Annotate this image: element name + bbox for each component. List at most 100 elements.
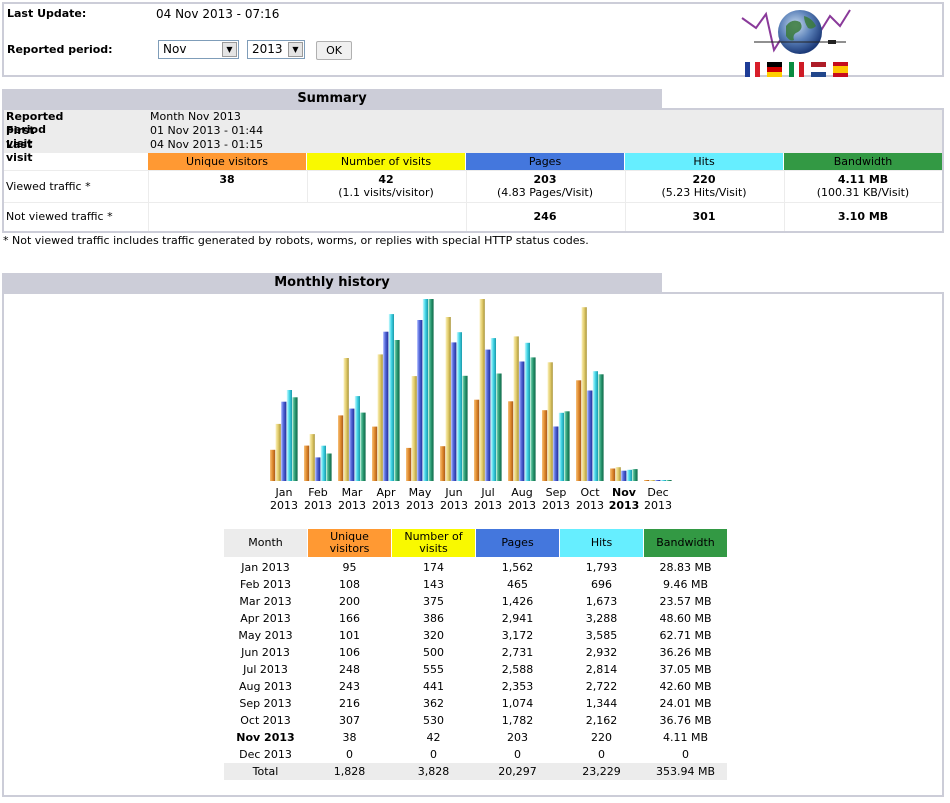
summary-panel: Reported period Month Nov 2013 First vis… xyxy=(2,108,944,233)
table-header-pages: Pages xyxy=(476,529,559,557)
viewed-hits-ratio: (5.23 Hits/Visit) xyxy=(661,186,747,199)
viewed-hits: 220 (5.23 Hits/Visit) xyxy=(625,173,783,199)
table-cell-hits: 2,162 xyxy=(585,714,618,727)
table-cell-hits: 0 xyxy=(598,748,605,761)
table-row-month: Nov 2013 xyxy=(236,731,295,744)
ok-button[interactable]: OK xyxy=(316,41,352,60)
viewed-bandwidth-value: 4.11 MB xyxy=(837,173,889,186)
table-cell-number-of-visits: 555 xyxy=(423,663,444,676)
month-select-value: Nov xyxy=(163,42,187,56)
bar-hits-nov-2013 xyxy=(626,469,632,481)
table-cell-bandwidth: 28.83 MB xyxy=(659,561,712,574)
last-visit-value: 04 Nov 2013 - 01:15 xyxy=(150,138,264,151)
last-update-value: 04 Nov 2013 - 07:16 xyxy=(156,7,280,21)
month-select[interactable]: Nov ▼ xyxy=(158,40,239,59)
bar-pages-jan-2013 xyxy=(281,401,287,481)
chevron-down-icon: ▼ xyxy=(288,42,303,57)
table-row-month: Jun 2013 xyxy=(241,646,290,659)
table-cell-unique-visitors: 0 xyxy=(346,748,353,761)
viewed-bandwidth-ratio: (100.31 KB/Visit) xyxy=(816,186,910,199)
bar-number-of-visits-mar-2013 xyxy=(343,358,349,481)
table-row-month: Aug 2013 xyxy=(239,680,292,693)
viewed-traffic-label: Viewed traffic * xyxy=(6,180,91,193)
bar-pages-oct-2013 xyxy=(587,390,593,481)
viewed-pages: 203 (4.83 Pages/Visit) xyxy=(466,173,624,199)
table-cell-number-of-visits: 386 xyxy=(423,612,444,625)
viewed-unique-visitors: 38 xyxy=(148,173,306,186)
first-visit-value: 01 Nov 2013 - 01:44 xyxy=(150,124,264,137)
table-cell-hits: 2,722 xyxy=(585,680,618,693)
table-cell-number-of-visits: 143 xyxy=(423,578,444,591)
flag-italy-icon[interactable] xyxy=(789,62,804,77)
total-bandwidth: 353.94 MB xyxy=(655,765,716,778)
table-cell-unique-visitors: 307 xyxy=(339,714,360,727)
bar-pages-jul-2013 xyxy=(485,349,491,481)
bar-hits-oct-2013 xyxy=(592,371,598,481)
bar-hits-apr-2013 xyxy=(388,314,394,481)
chevron-down-icon: ▼ xyxy=(222,42,237,57)
not-viewed-bandwidth-value: 3.10 MB xyxy=(837,210,889,223)
bar-hits-aug-2013 xyxy=(524,342,530,481)
col-pages: Pages xyxy=(466,153,624,170)
total-unique-visitors: 1,828 xyxy=(333,765,366,778)
period-selector-panel: Last Update: 04 Nov 2013 - 07:16 Reporte… xyxy=(2,2,944,77)
table-row-month: Apr 2013 xyxy=(240,612,291,625)
table-cell-unique-visitors: 200 xyxy=(339,595,360,608)
table-cell-number-of-visits: 530 xyxy=(423,714,444,727)
bar-pages-nov-2013 xyxy=(621,470,627,481)
bar-hits-dec-2013 xyxy=(660,480,666,481)
table-cell-bandwidth: 37.05 MB xyxy=(659,663,712,676)
table-cell-bandwidth: 62.71 MB xyxy=(659,629,712,642)
monthly-history-heading: Monthly history xyxy=(2,273,662,292)
col-unique-visitors: Unique visitors xyxy=(148,153,306,170)
bar-number-of-visits-jun-2013 xyxy=(445,317,451,481)
bar-pages-sep-2013 xyxy=(553,426,559,481)
bar-number-of-visits-aug-2013 xyxy=(513,336,519,481)
table-cell-bandwidth: 9.46 MB xyxy=(662,578,709,591)
table-cell-pages: 2,588 xyxy=(501,663,534,676)
year-select-value: 2013 xyxy=(252,42,283,56)
summary-footnote: * Not viewed traffic includes traffic ge… xyxy=(3,234,589,247)
bar-bandwidth-mb-dec-2013 xyxy=(666,480,672,481)
grid-line xyxy=(4,170,942,171)
bar-unique-visitors-nov-2013 xyxy=(610,468,616,481)
bar-number-of-visits-dec-2013 xyxy=(649,480,655,481)
table-cell-number-of-visits: 320 xyxy=(423,629,444,642)
flag-netherlands-icon[interactable] xyxy=(811,62,826,77)
reported-period-value: Month Nov 2013 xyxy=(150,110,241,123)
bar-bandwidth-mb-oct-2013 xyxy=(598,374,604,481)
bar-bandwidth-mb-apr-2013 xyxy=(394,340,400,481)
viewed-hits-value: 220 xyxy=(692,173,716,186)
flag-france-icon[interactable] xyxy=(745,62,760,77)
table-cell-number-of-visits: 500 xyxy=(423,646,444,659)
bar-bandwidth-mb-jul-2013 xyxy=(496,373,502,481)
bar-number-of-visits-oct-2013 xyxy=(581,307,587,481)
table-cell-unique-visitors: 243 xyxy=(339,680,360,693)
reported-period-label: Reported period: xyxy=(7,43,113,56)
grid-line xyxy=(4,202,942,203)
bar-unique-visitors-dec-2013 xyxy=(644,480,650,481)
flag-germany-icon[interactable] xyxy=(767,62,782,77)
table-cell-unique-visitors: 248 xyxy=(339,663,360,676)
total-number-of-visits: 3,828 xyxy=(417,765,450,778)
table-cell-bandwidth: 24.01 MB xyxy=(659,697,712,710)
table-row-month: Dec 2013 xyxy=(239,748,292,761)
year-select[interactable]: 2013 ▼ xyxy=(247,40,305,59)
table-cell-pages: 2,353 xyxy=(501,680,534,693)
table-row-month: Mar 2013 xyxy=(239,595,292,608)
bar-unique-visitors-apr-2013 xyxy=(372,426,378,481)
table-cell-pages: 1,426 xyxy=(501,595,534,608)
not-viewed-traffic-label: Not viewed traffic * xyxy=(6,210,113,223)
bar-hits-may-2013 xyxy=(422,299,428,481)
bar-unique-visitors-may-2013 xyxy=(406,447,412,481)
bar-bandwidth-mb-jun-2013 xyxy=(462,375,468,481)
summary-heading: Summary xyxy=(2,89,662,108)
table-row-month: Jul 2013 xyxy=(243,663,288,676)
bar-pages-mar-2013 xyxy=(349,408,355,481)
bar-unique-visitors-jun-2013 xyxy=(440,446,446,481)
table-cell-pages: 2,941 xyxy=(501,612,534,625)
flag-spain-icon[interactable] xyxy=(833,62,848,77)
bar-hits-jan-2013 xyxy=(286,390,292,481)
table-cell-hits: 1,793 xyxy=(585,561,618,574)
table-row-month: May 2013 xyxy=(238,629,293,642)
